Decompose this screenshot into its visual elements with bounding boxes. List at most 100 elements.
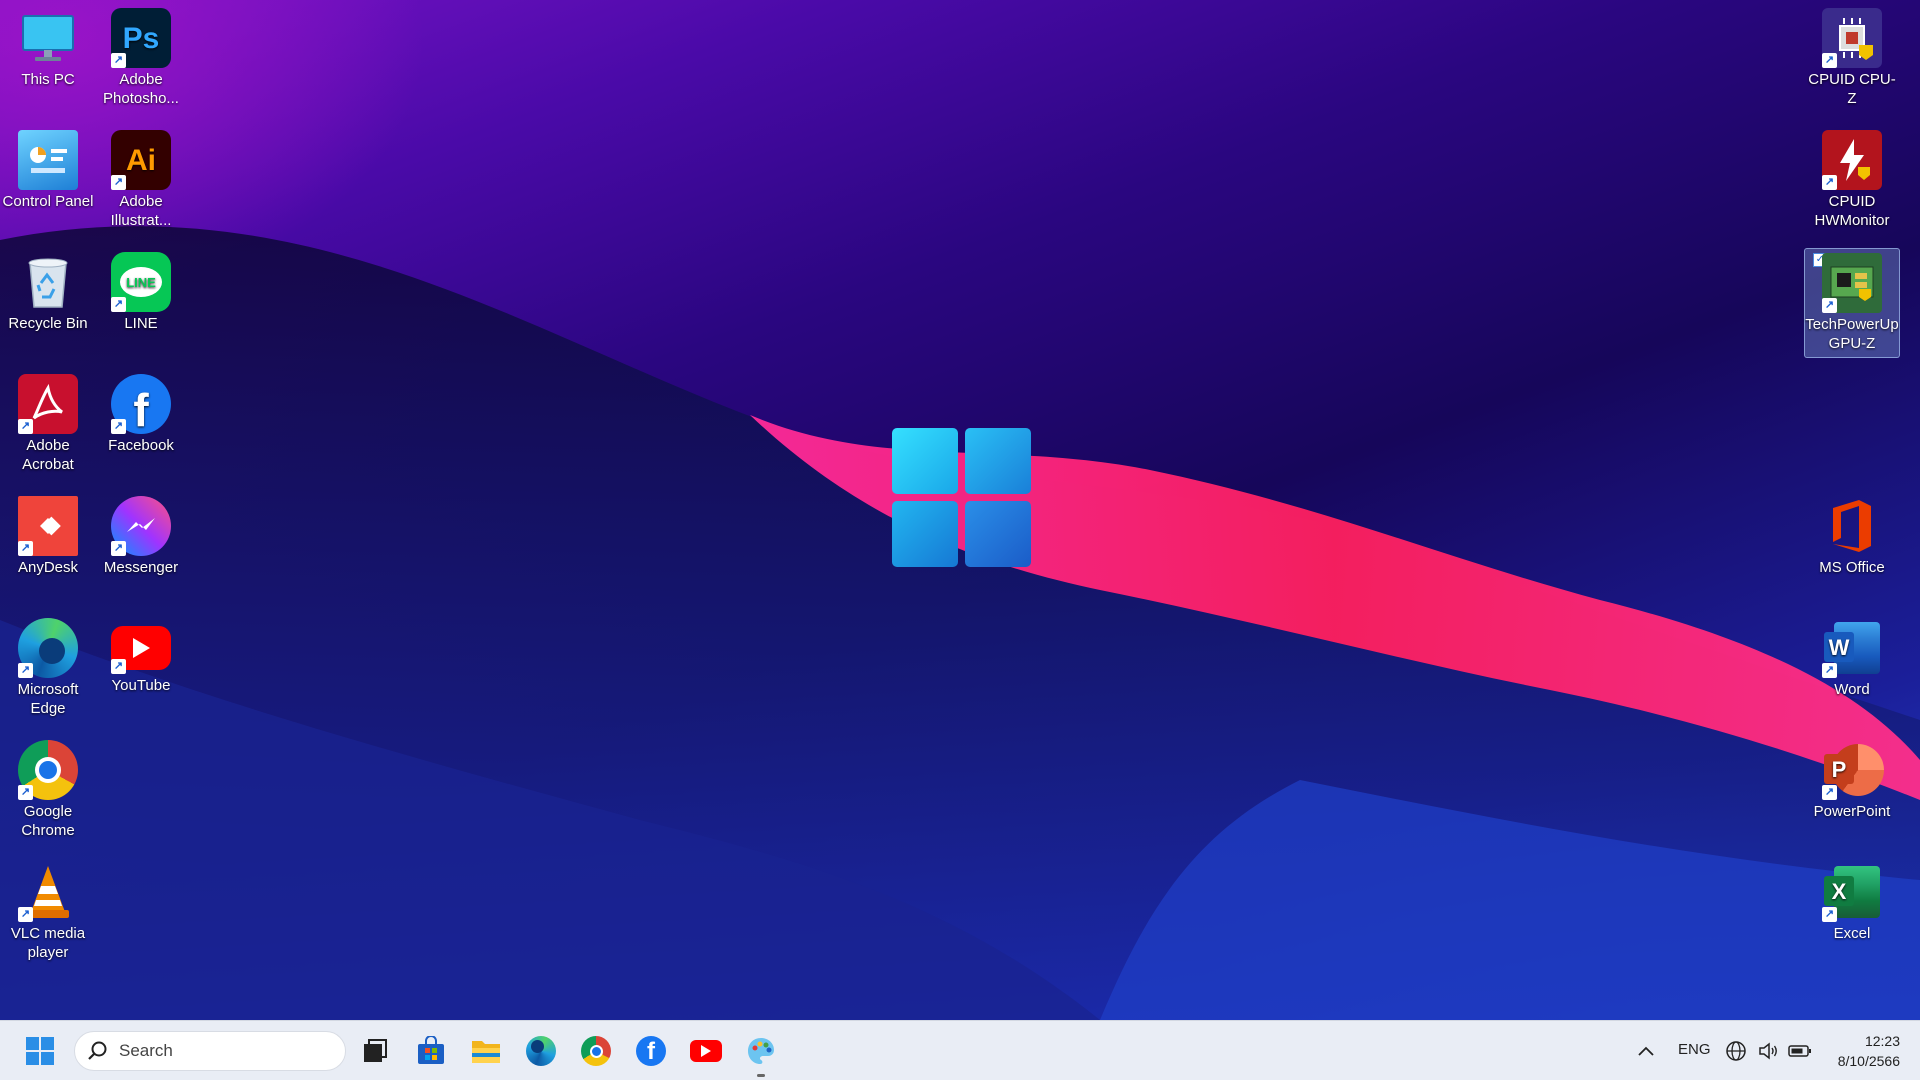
office-icon xyxy=(1822,496,1882,556)
desktop-icon-ms-office[interactable]: MS Office xyxy=(1804,492,1900,602)
edge-icon: ↗ xyxy=(18,618,78,678)
taskbar: Search f ENG 12:23 8/10/2566 xyxy=(0,1020,1920,1080)
desktop-icon-word[interactable]: W ↗ Word xyxy=(1804,614,1900,724)
taskbar-edge[interactable] xyxy=(521,1031,561,1071)
clock-time: 12:23 xyxy=(1864,1033,1900,1049)
shortcut-arrow-icon: ↗ xyxy=(18,785,33,800)
network-button[interactable] xyxy=(1720,1031,1752,1071)
desktop-icon-hwmonitor[interactable]: ↗ CPUID HWMonitor xyxy=(1804,126,1900,236)
icon-label: VLC media player xyxy=(10,925,86,961)
running-indicator xyxy=(757,1074,765,1077)
icon-label: LINE xyxy=(124,315,158,332)
icon-label: Facebook xyxy=(108,437,174,454)
icon-label: This PC xyxy=(21,71,75,88)
language-indicator[interactable]: ENG xyxy=(1678,1041,1711,1058)
desktop-icon-cpuz[interactable]: ↗ CPUID CPU-Z xyxy=(1804,4,1900,114)
paint-icon xyxy=(748,1038,774,1064)
icon-label: Messenger xyxy=(103,559,179,576)
line-icon: LINE ↗ xyxy=(111,252,171,312)
clock[interactable]: 12:23 8/10/2566 xyxy=(1820,1031,1900,1071)
desktop[interactable]: This PC Control Panel Recycle Bin ↗ Adob… xyxy=(0,0,1920,1020)
icon-label: Google Chrome xyxy=(21,803,75,839)
powerpoint-icon: P ↗ xyxy=(1822,740,1884,800)
desktop-icon-facebook[interactable]: f ↗ Facebook xyxy=(93,370,189,480)
taskbar-youtube[interactable] xyxy=(686,1031,726,1071)
battery-button[interactable] xyxy=(1784,1031,1816,1071)
excel-icon: X ↗ xyxy=(1822,862,1882,922)
facebook-glyph: f xyxy=(133,383,149,436)
messenger-icon: ↗ xyxy=(111,496,171,556)
icon-label: MS Office xyxy=(1819,559,1885,576)
desktop-icon-line[interactable]: LINE ↗ LINE xyxy=(93,248,189,358)
desktop-icon-excel[interactable]: X ↗ Excel xyxy=(1804,858,1900,968)
battery-icon xyxy=(1788,1045,1811,1057)
icon-label: Adobe Illustrat... xyxy=(110,193,172,229)
search-placeholder: Search xyxy=(119,1041,173,1060)
desktop-icon-adobe-illustrator[interactable]: Ai ↗ Adobe Illustrat... xyxy=(93,126,189,236)
word-glyph: W xyxy=(1824,632,1854,662)
desktop-icon-recycle-bin[interactable]: Recycle Bin xyxy=(0,248,96,358)
icon-label: AnyDesk xyxy=(17,559,79,576)
desktop-icon-anydesk[interactable]: ↗ AnyDesk xyxy=(0,492,96,602)
cpuz-icon: ↗ xyxy=(1822,8,1882,68)
illustrator-icon: Ai ↗ xyxy=(111,130,171,190)
volume-button[interactable] xyxy=(1752,1031,1784,1071)
search-box[interactable]: Search xyxy=(74,1031,346,1071)
icon-label: CPUID HWMonitor xyxy=(1814,193,1890,229)
shortcut-arrow-icon: ↗ xyxy=(1822,175,1837,190)
desktop-icon-powerpoint[interactable]: P ↗ PowerPoint xyxy=(1804,736,1900,846)
show-hidden-icons-button[interactable] xyxy=(1626,1031,1666,1071)
taskbar-store[interactable] xyxy=(411,1031,451,1071)
file-explorer-icon xyxy=(472,1041,500,1063)
globe-icon xyxy=(1726,1041,1746,1061)
desktop-icon-vlc[interactable]: ↗ VLC media player xyxy=(0,858,96,968)
taskbar-facebook[interactable]: f xyxy=(631,1031,671,1071)
start-button[interactable] xyxy=(20,1031,60,1071)
icon-label: Control Panel xyxy=(2,193,94,210)
icon-label: CPUID CPU-Z xyxy=(1808,71,1896,107)
shortcut-arrow-icon: ↗ xyxy=(18,419,33,434)
desktop-icon-this-pc[interactable]: This PC xyxy=(0,4,96,114)
shortcut-arrow-icon: ↗ xyxy=(111,541,126,556)
shortcut-arrow-icon: ↗ xyxy=(1822,298,1837,313)
shortcut-arrow-icon: ↗ xyxy=(18,663,33,678)
taskbar-chrome[interactable] xyxy=(576,1031,616,1071)
windows-logo xyxy=(892,428,1031,567)
desktop-icon-gpuz[interactable]: ✓ ↗ TechPowerUp GPU-Z xyxy=(1804,248,1900,358)
desktop-icon-microsoft-edge[interactable]: ↗ Microsoft Edge xyxy=(0,614,96,724)
shortcut-arrow-icon: ↗ xyxy=(111,53,126,68)
task-view-button[interactable] xyxy=(355,1031,395,1071)
desktop-icon-google-chrome[interactable]: ↗ Google Chrome xyxy=(0,736,96,846)
powerpoint-glyph: P xyxy=(1824,754,1854,784)
icon-label: PowerPoint xyxy=(1813,803,1891,820)
clock-date: 8/10/2566 xyxy=(1837,1053,1900,1069)
chrome-icon xyxy=(581,1036,611,1066)
desktop-icon-adobe-acrobat[interactable]: ↗ Adobe Acrobat xyxy=(0,370,96,480)
shortcut-arrow-icon: ↗ xyxy=(1822,53,1837,68)
desktop-icon-adobe-photoshop[interactable]: Ps ↗ Adobe Photosho... xyxy=(93,4,189,114)
hwmonitor-icon: ↗ xyxy=(1822,130,1882,190)
shortcut-arrow-icon: ↗ xyxy=(18,541,33,556)
acrobat-icon: ↗ xyxy=(18,374,78,434)
taskbar-file-explorer[interactable] xyxy=(466,1031,506,1071)
vlc-icon: ↗ xyxy=(18,862,78,922)
icon-label: Word xyxy=(1834,681,1870,698)
icon-label: Excel xyxy=(1833,925,1871,942)
desktop-icon-youtube[interactable]: ↗ YouTube xyxy=(93,614,189,724)
word-icon: W ↗ xyxy=(1822,618,1882,678)
shortcut-arrow-icon: ↗ xyxy=(111,659,126,674)
shortcut-arrow-icon: ↗ xyxy=(1822,907,1837,922)
shortcut-arrow-icon: ↗ xyxy=(111,175,126,190)
icon-label: Microsoft Edge xyxy=(17,681,79,717)
desktop-icon-control-panel[interactable]: Control Panel xyxy=(0,126,96,236)
desktop-icon-messenger[interactable]: ↗ Messenger xyxy=(93,492,189,602)
icon-label: Adobe Photosho... xyxy=(103,71,179,107)
shortcut-arrow-icon: ↗ xyxy=(111,419,126,434)
illustrator-glyph: Ai xyxy=(126,143,156,177)
windows-start-icon xyxy=(26,1037,54,1065)
store-icon xyxy=(418,1036,444,1064)
taskbar-paint[interactable] xyxy=(741,1031,781,1077)
recycle-bin-icon xyxy=(18,252,78,312)
excel-glyph: X xyxy=(1824,876,1854,906)
icon-label: YouTube xyxy=(111,677,171,694)
